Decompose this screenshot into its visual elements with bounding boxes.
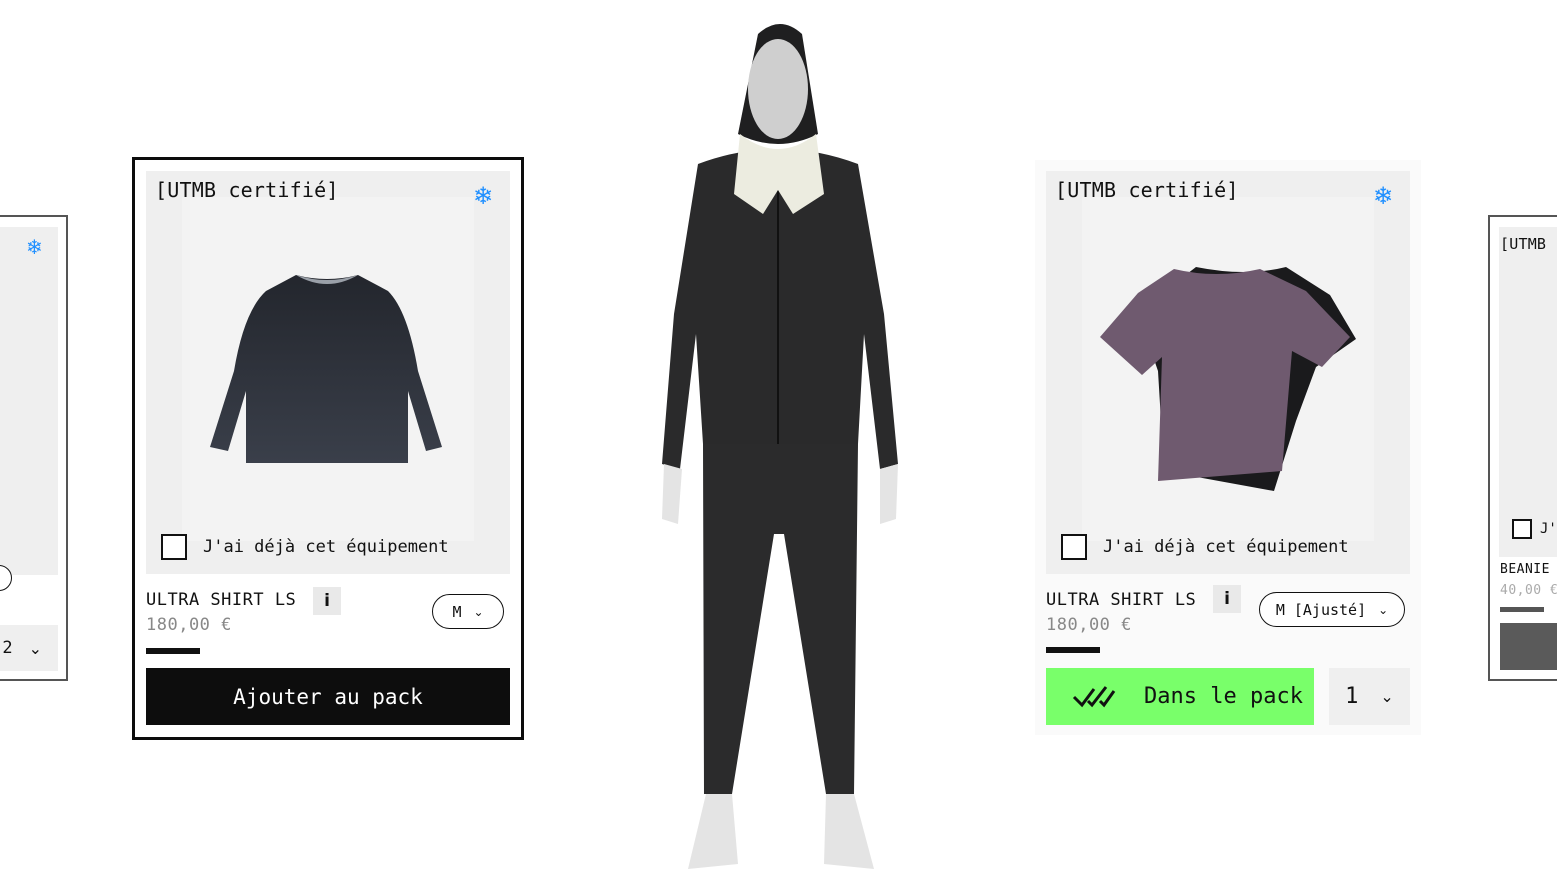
snowflake-icon: ❄ xyxy=(1373,182,1394,210)
already-own-checkbox[interactable] xyxy=(161,534,187,560)
add-to-pack-label: Ajouter au pack xyxy=(233,684,423,709)
certification-tag: [UTMB xyxy=(1500,235,1547,253)
product-name: ULTRA SHIRT LS xyxy=(146,590,297,610)
certification-tag: [UTMB certifié] xyxy=(1055,178,1239,202)
in-pack-label: Dans le pack xyxy=(1144,684,1303,709)
already-own-checkbox[interactable] xyxy=(1061,534,1087,560)
already-own-checkbox-row[interactable]: J'ai déjà cet équipement xyxy=(161,534,449,560)
mannequin-outfit-image xyxy=(662,24,898,869)
quantity-select[interactable]: 1 ⌄ xyxy=(1329,668,1410,725)
progress-indicator xyxy=(146,648,200,654)
already-own-checkbox-row[interactable]: J'ai déjà cet équipement xyxy=(1061,534,1349,560)
product-image-area: [UTMB certifié] ❄ J'ai déjà cet équipeme… xyxy=(1046,171,1410,574)
product-image-tshirt xyxy=(1100,267,1356,491)
info-icon: i xyxy=(1224,589,1230,609)
already-own-label: J'ai déjà cet équipement xyxy=(1103,537,1349,557)
product-name: BEANIE xyxy=(1500,562,1550,577)
size-select[interactable]: M [Ajusté] ⌄ xyxy=(1259,592,1405,627)
info-icon: i xyxy=(324,591,330,611)
size-value: M [Ajusté] xyxy=(1275,600,1367,619)
certification-tag: [UTMB certifié] xyxy=(155,178,339,202)
progress-indicator xyxy=(1500,607,1544,612)
product-image-area xyxy=(1499,227,1557,557)
progress-indicator xyxy=(1046,647,1100,653)
already-own-label: J'ai déjà cet équipement xyxy=(203,537,449,557)
product-price: 40,00 € xyxy=(1500,583,1557,598)
product-price: 180,00 € xyxy=(146,615,232,635)
snowflake-icon: ❄ xyxy=(26,235,43,259)
product-name: ULTRA SHIRT LS xyxy=(1046,590,1197,610)
size-select[interactable]: M ⌄ xyxy=(432,594,504,629)
add-to-pack-button[interactable] xyxy=(1500,623,1557,670)
already-own-checkbox[interactable] xyxy=(1512,519,1532,539)
product-image-area: [UTMB certifié] ❄ J'ai déjà cet équipeme… xyxy=(146,171,510,574)
info-button[interactable]: i xyxy=(1213,585,1241,613)
check-icon xyxy=(1072,685,1116,707)
product-image-long-sleeve-shirt xyxy=(210,275,442,463)
quantity-value: 1 xyxy=(1345,684,1359,709)
chevron-down-icon: ⌄ xyxy=(28,638,42,658)
size-value: M xyxy=(452,602,462,621)
in-pack-button[interactable]: Dans le pack xyxy=(1046,668,1314,725)
product-card-ultra-shirt-ls-in-pack[interactable]: [UTMB certifié] ❄ J'ai déjà cet équipeme… xyxy=(1035,160,1421,735)
product-card-partial-left: ❄ M ⌄ 2 ⌄ xyxy=(0,215,68,681)
product-image-area xyxy=(0,227,58,575)
snowflake-icon: ❄ xyxy=(473,182,494,210)
quantity-select[interactable]: 2 ⌄ xyxy=(0,625,58,671)
chevron-down-icon: ⌄ xyxy=(473,604,484,619)
chevron-down-icon: ⌄ xyxy=(1380,687,1394,706)
chevron-down-icon: ⌄ xyxy=(1378,602,1389,617)
product-card-ultra-shirt-ls[interactable]: [UTMB certifié] ❄ J'ai déjà cet équipeme… xyxy=(132,157,524,740)
info-button[interactable]: i xyxy=(313,587,341,615)
product-price: 180,00 € xyxy=(1046,615,1132,635)
already-own-checkbox-row[interactable]: J' xyxy=(1512,519,1557,539)
add-to-pack-button[interactable]: Ajouter au pack xyxy=(146,668,510,725)
already-own-label: J' xyxy=(1540,521,1557,537)
quantity-value: 2 xyxy=(2,638,13,658)
product-card-partial-right: [UTMB J' BEANIE 40,00 € xyxy=(1488,215,1557,681)
